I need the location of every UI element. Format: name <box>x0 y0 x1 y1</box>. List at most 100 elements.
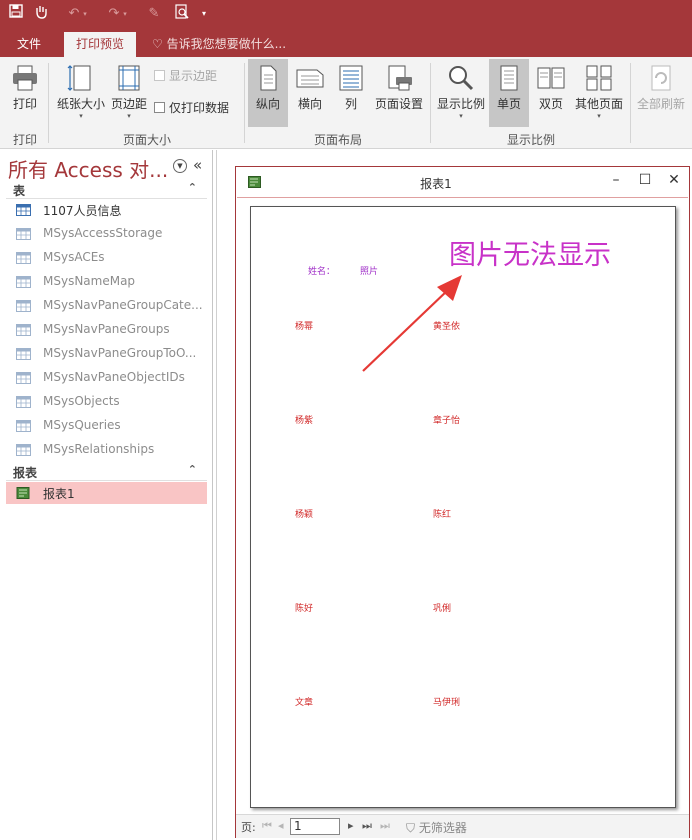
tab-print-preview[interactable]: 打印预览 <box>64 32 136 57</box>
table-icon <box>16 444 31 456</box>
page-setup-icon <box>388 65 412 91</box>
table-icon <box>16 204 31 216</box>
paper-size-label: 纸张大小 <box>56 97 105 111</box>
print-preview-area[interactable]: 姓名： 照片 图片无法显示 杨幂 黄圣依 杨紫 章子怡 杨颖 陈红 陈好 巩俐 文章 马伊琍 <box>237 197 688 813</box>
table-icon <box>16 348 31 360</box>
previous-page-icon[interactable]: ◂ <box>278 819 284 832</box>
page-setup-button[interactable]: 页面设置 <box>372 59 426 127</box>
nav-item-table[interactable]: MSysNavPaneGroupToO... <box>6 343 207 365</box>
collapse-section-icon: ⌃ <box>187 463 197 476</box>
nav-section-tables[interactable]: 表 ⌃ <box>6 181 207 199</box>
chevron-down-icon: ▾ <box>597 112 601 120</box>
minimize-icon[interactable]: – <box>606 172 626 188</box>
columns-button[interactable]: 列 <box>332 59 370 127</box>
paper-size-icon <box>67 65 91 91</box>
nav-item-table[interactable]: MSysNavPaneGroups <box>6 319 207 341</box>
ribbon: 打印 纸张大小 ▾ 页边距 ▾ 显示边距 仅打印数据 纵向 横向 列 页面设置 … <box>0 57 692 149</box>
nav-item-label: MSysNameMap <box>43 274 136 288</box>
group-label-zoom: 显示比例 <box>506 133 555 147</box>
group-separator <box>48 63 49 143</box>
section-label: 报表 <box>13 466 38 480</box>
record-navigation-bar: 页: ⏮ ◂ 1 ▸ ⏭ ⏭ ⛉ 无筛选器 <box>236 814 689 838</box>
nav-item-table[interactable]: MSysNameMap <box>6 271 207 293</box>
undo-dropdown-icon[interactable]: ▾ <box>80 4 90 24</box>
tell-me-box[interactable]: ♡ 告诉我您想要做什么... <box>152 32 286 57</box>
margins-button[interactable]: 页边距 ▾ <box>108 59 150 127</box>
annotation-text: 图片无法显示 <box>449 240 611 271</box>
nav-item-table[interactable]: MSysQueries <box>6 415 207 437</box>
refresh-icon <box>651 65 671 91</box>
portrait-button[interactable]: 纵向 <box>248 59 288 127</box>
more-pages-icon <box>586 65 612 91</box>
show-margins-checkbox[interactable]: 显示边距 <box>154 67 217 85</box>
two-pages-label: 双页 <box>538 97 563 111</box>
table-icon <box>16 300 31 312</box>
report-window-titlebar: 报表1 – ☐ ✕ <box>236 167 689 197</box>
customize-toolbar-icon[interactable]: ▾ <box>198 4 210 24</box>
chevron-down-icon: ▾ <box>127 112 131 120</box>
report-window: 报表1 – ☐ ✕ 姓名： 照片 图片无法显示 杨幂 黄圣依 杨紫 章子怡 杨颖 陈红 陈好… <box>235 166 690 838</box>
touch-mode-icon[interactable] <box>32 4 52 24</box>
nav-dropdown-icon[interactable]: ▼ <box>173 159 187 173</box>
maximize-icon[interactable]: ☐ <box>635 172 655 188</box>
nav-item-label: 1107人员信息 <box>43 204 122 218</box>
save-icon[interactable] <box>6 4 26 24</box>
print-data-only-checkbox[interactable]: 仅打印数据 <box>154 99 229 117</box>
report-page: 姓名： 照片 图片无法显示 杨幂 黄圣依 杨紫 章子怡 杨颖 陈红 陈好 巩俐 文章 马伊琍 <box>250 206 676 808</box>
paper-size-button[interactable]: 纸张大小 ▾ <box>56 59 106 127</box>
one-page-button[interactable]: 单页 <box>489 59 529 127</box>
show-margins-label: 显示边距 <box>169 69 218 83</box>
nav-item-table[interactable]: MSysObjects <box>6 391 207 413</box>
landscape-label: 横向 <box>297 97 322 111</box>
report-icon <box>16 487 30 499</box>
page-number-input[interactable]: 1 <box>290 818 340 835</box>
nav-item-label: MSysNavPaneGroupCate... <box>43 298 203 312</box>
tab-file[interactable]: 文件 <box>6 32 52 57</box>
group-separator <box>430 63 431 143</box>
nav-item-label: MSysObjects <box>43 394 120 408</box>
tell-me-text: 告诉我您想要做什么... <box>166 37 287 51</box>
nav-item-table[interactable]: MSysAccessStorage <box>6 223 207 245</box>
table-icon <box>16 324 31 336</box>
nav-item-label: MSysNavPaneGroupToO... <box>43 346 197 360</box>
report-name-value: 杨幂 <box>295 322 314 332</box>
table-icon <box>16 276 31 288</box>
group-label-page-size: 页面大小 <box>122 133 171 147</box>
nav-item-label: MSysACEs <box>43 250 105 264</box>
nav-item-table[interactable]: MSysNavPaneObjectIDs <box>6 367 207 389</box>
landscape-button[interactable]: 横向 <box>290 59 330 127</box>
format-painter-icon[interactable]: ✎ <box>144 4 164 24</box>
last-page-icon[interactable]: ⏭ <box>362 819 372 833</box>
report-name-value: 杨紫 <box>295 416 314 426</box>
two-pages-icon <box>537 67 565 89</box>
nav-item-table[interactable]: MSysRelationships <box>6 439 207 461</box>
close-icon[interactable]: ✕ <box>664 172 684 188</box>
two-pages-button[interactable]: 双页 <box>531 59 571 127</box>
first-page-icon[interactable]: ⏮ <box>262 819 272 833</box>
print-button[interactable]: 打印 <box>4 59 46 127</box>
nav-item-table[interactable]: MSysACEs <box>6 247 207 269</box>
title-bar: ↶ ▾ ↷ ▾ ✎ ▾ <box>0 0 692 28</box>
nav-item-table[interactable]: MSysNavPaneGroupCate... <box>6 295 207 317</box>
refresh-all-button[interactable]: 全部刷新 <box>634 59 688 127</box>
columns-label: 列 <box>344 97 357 111</box>
table-icon <box>16 228 31 240</box>
next-page-icon[interactable]: ▸ <box>348 819 354 832</box>
section-label: 表 <box>13 184 26 198</box>
collapse-pane-icon[interactable]: « <box>193 156 202 174</box>
nav-item-report[interactable]: 报表1 <box>6 482 207 504</box>
nav-item-label: MSysAccessStorage <box>43 226 163 240</box>
report-photo-value: 黄圣依 <box>433 322 461 332</box>
print-preview-icon[interactable] <box>172 4 192 24</box>
redo-dropdown-icon[interactable]: ▾ <box>120 4 130 24</box>
filter-status[interactable]: ⛉ 无筛选器 <box>406 819 467 836</box>
group-separator <box>244 63 245 143</box>
more-pages-button[interactable]: 其他页面 ▾ <box>572 59 626 127</box>
nav-pane-title[interactable]: 所有 Access 对... <box>8 154 168 183</box>
nav-item-table[interactable]: 1107人员信息 <box>6 199 207 221</box>
nav-section-reports[interactable]: 报表 ⌃ <box>6 463 207 481</box>
margins-icon <box>118 65 140 91</box>
report-name-value: 陈好 <box>295 604 314 614</box>
nav-item-label: MSysQueries <box>43 418 121 432</box>
zoom-button[interactable]: 显示比例 ▾ <box>434 59 488 127</box>
